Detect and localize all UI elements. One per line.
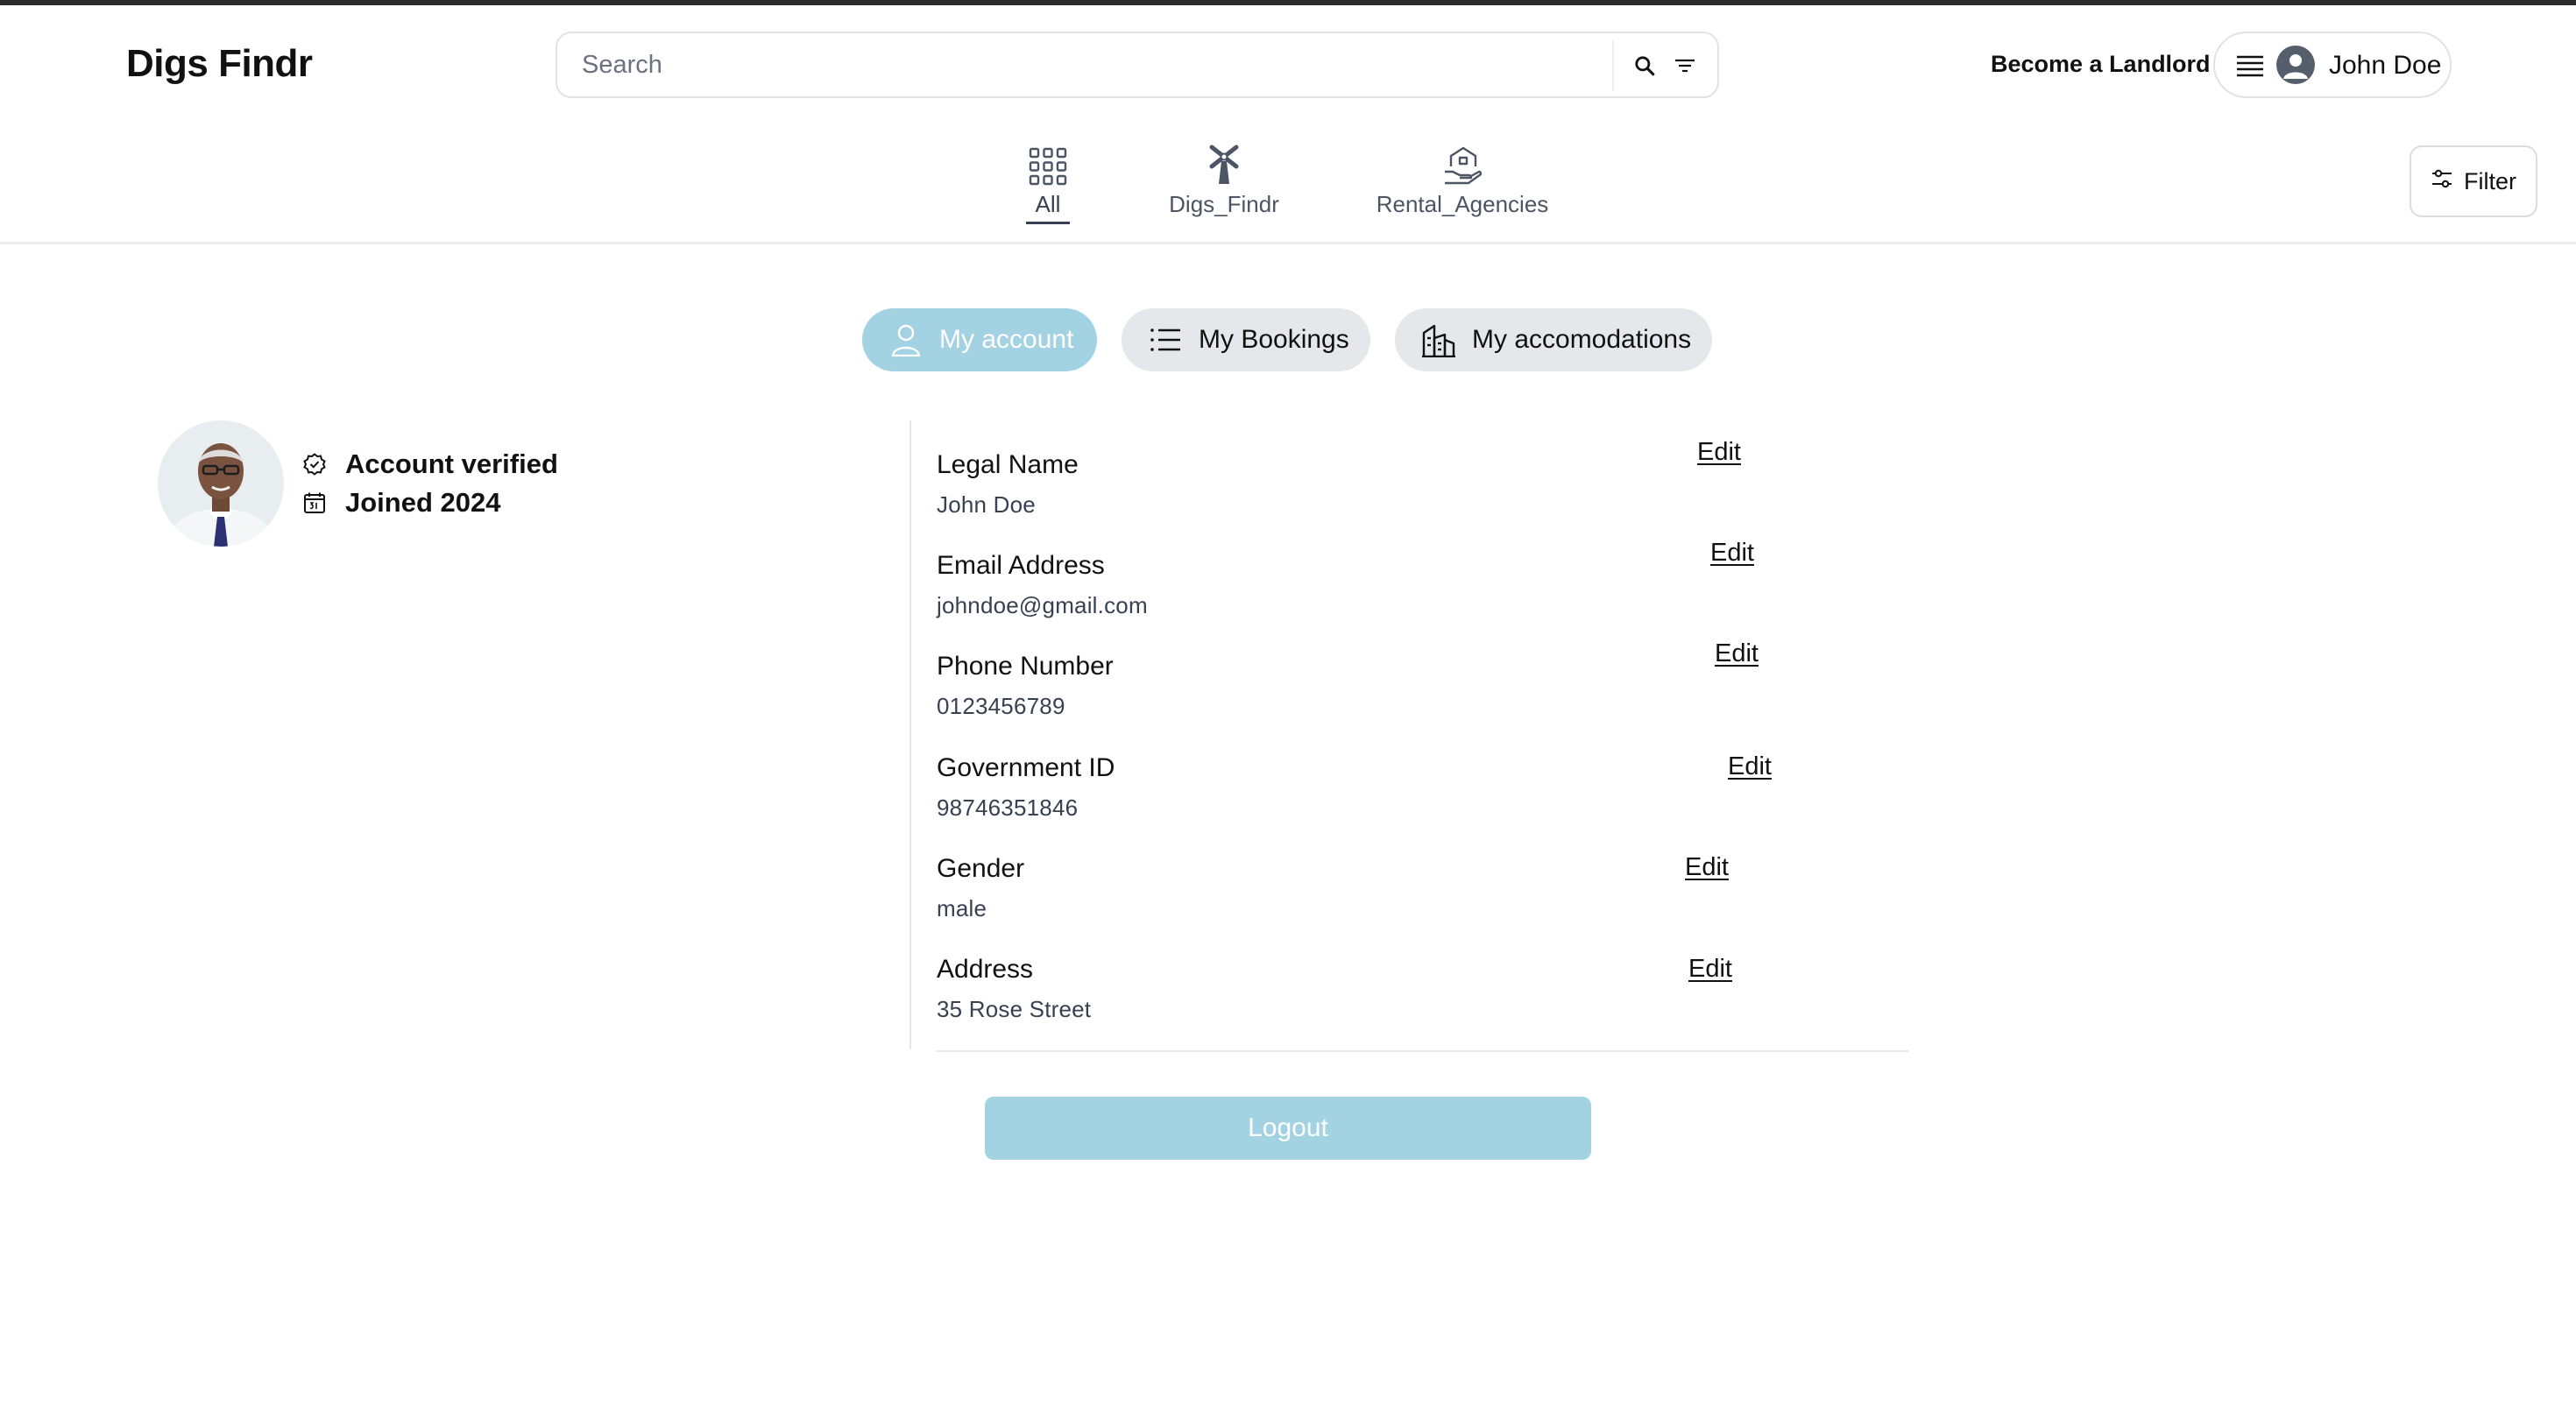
user-menu-button[interactable]: John Doe xyxy=(2213,32,2452,98)
user-icon xyxy=(888,322,924,357)
logout-button[interactable]: Logout xyxy=(985,1097,1591,1160)
field-value-government-id: 98746351846 xyxy=(937,794,1079,821)
field-label-address: Address xyxy=(937,955,1034,984)
field-label-legal-name: Legal Name xyxy=(937,450,1079,479)
window-top-border xyxy=(0,0,2576,5)
category-label: All xyxy=(1035,191,1061,217)
filter-button[interactable]: Filter xyxy=(2410,145,2537,217)
list-icon xyxy=(1148,322,1183,357)
fields-bottom-divider xyxy=(936,1050,1908,1052)
user-avatar-icon xyxy=(2276,46,2315,84)
grid-icon xyxy=(1029,140,1067,186)
tab-label: My account xyxy=(939,325,1074,354)
brand-logo[interactable]: Digs Findr xyxy=(126,42,313,86)
field-label-phone: Phone Number xyxy=(937,652,1114,681)
tab-label: My accomodations xyxy=(1472,325,1692,354)
verified-badge-icon xyxy=(301,451,328,477)
calendar-icon xyxy=(301,490,328,516)
building-icon xyxy=(1421,322,1456,357)
category-label: Digs_Findr xyxy=(1169,191,1279,217)
edit-government-id-link[interactable]: Edit xyxy=(1728,752,1772,781)
content-divider xyxy=(909,420,911,1049)
account-verified-label: Account verified xyxy=(345,448,558,479)
field-label-government-id: Government ID xyxy=(937,753,1115,782)
search-bar xyxy=(556,32,1719,98)
category-digs-findr[interactable]: Digs_Findr xyxy=(1165,140,1283,218)
filter-lines-icon[interactable] xyxy=(1668,49,1702,82)
house-hand-icon xyxy=(1442,140,1483,186)
category-label: Rental_Agencies xyxy=(1376,191,1549,217)
category-all[interactable]: All xyxy=(1023,140,1072,224)
edit-email-link[interactable]: Edit xyxy=(1710,539,1754,568)
tab-my-accomodations[interactable]: My accomodations xyxy=(1395,308,1712,371)
joined-date: Joined 2024 xyxy=(301,487,500,519)
edit-phone-link[interactable]: Edit xyxy=(1715,639,1759,668)
header-divider xyxy=(0,242,2576,244)
user-name: John Doe xyxy=(2329,51,2442,80)
field-value-phone: 0123456789 xyxy=(937,693,1065,719)
category-rental-agencies[interactable]: Rental_Agencies xyxy=(1372,140,1553,218)
profile-photo xyxy=(158,420,284,547)
tab-my-bookings[interactable]: My Bookings xyxy=(1122,308,1370,371)
active-category-underline xyxy=(1026,222,1070,224)
search-input[interactable] xyxy=(582,33,1546,96)
filter-label: Filter xyxy=(2464,167,2516,194)
account-verified-status: Account verified xyxy=(301,448,558,480)
hamburger-menu-icon xyxy=(2234,50,2266,81)
field-label-gender: Gender xyxy=(937,854,1025,883)
joined-label: Joined 2024 xyxy=(345,487,501,518)
search-icon[interactable] xyxy=(1628,49,1661,82)
become-landlord-link[interactable]: Become a Landlord xyxy=(1991,51,2211,78)
sliders-icon xyxy=(2431,167,2453,196)
field-value-legal-name: John Doe xyxy=(937,491,1036,518)
field-value-address: 35 Rose Street xyxy=(937,996,1092,1022)
tab-my-account[interactable]: My account xyxy=(862,308,1097,371)
field-value-email: johndoe@gmail.com xyxy=(937,592,1148,618)
field-label-email: Email Address xyxy=(937,551,1105,580)
search-divider xyxy=(1612,40,1614,91)
windmill-icon xyxy=(1207,140,1242,186)
edit-address-link[interactable]: Edit xyxy=(1688,955,1732,984)
tab-label: My Bookings xyxy=(1199,325,1349,354)
edit-gender-link[interactable]: Edit xyxy=(1685,853,1729,882)
edit-legal-name-link[interactable]: Edit xyxy=(1697,438,1741,467)
field-value-gender: male xyxy=(937,895,987,921)
